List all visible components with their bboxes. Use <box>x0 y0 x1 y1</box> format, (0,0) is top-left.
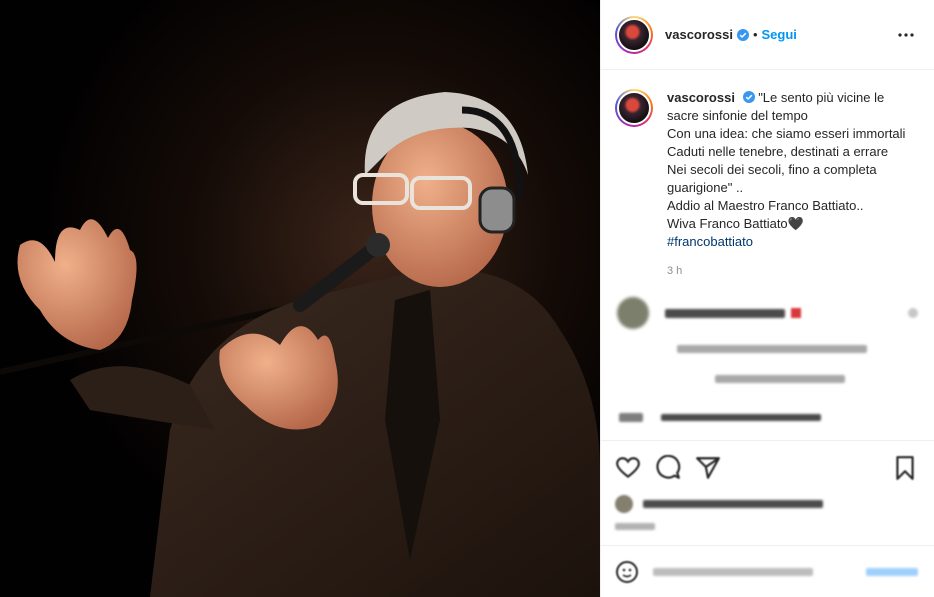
blurred-comment-text <box>665 308 785 318</box>
likes-text <box>643 500 823 508</box>
author-username[interactable]: vascorossi <box>665 27 733 42</box>
hashtag-link[interactable]: #francobattiato <box>667 233 907 251</box>
singer-photo-illustration <box>0 0 600 597</box>
post-photo[interactable] <box>0 0 600 597</box>
comment-like-icon[interactable] <box>908 308 918 318</box>
blurred-comment-meta <box>677 345 918 353</box>
caption-text: vascorossi "Le sento più vicine le sacre… <box>667 89 907 251</box>
blurred-comment-text <box>661 414 821 421</box>
follow-button[interactable]: Segui <box>762 27 797 42</box>
bookmark-icon[interactable] <box>892 455 918 481</box>
caption-line-5: Addio al Maestro Franco Battiato.. <box>667 198 864 213</box>
commenter-avatar[interactable] <box>619 413 643 422</box>
commenter-avatar[interactable] <box>617 297 649 329</box>
headphone-cup <box>478 186 516 234</box>
post-date <box>615 523 655 530</box>
instagram-post: vascorossi • Segui vascorossi "Le sento … <box>0 0 934 597</box>
microphone-head <box>366 233 390 257</box>
caption: vascorossi "Le sento più vicine le sacre… <box>615 89 918 251</box>
share-icon[interactable] <box>695 455 721 481</box>
add-comment-bar <box>601 545 934 597</box>
caption-username[interactable]: vascorossi <box>667 90 735 105</box>
comments-area[interactable]: vascorossi "Le sento più vicine le sacre… <box>601 71 934 439</box>
post-actions <box>601 440 934 530</box>
more-options-icon[interactable] <box>894 23 918 47</box>
verified-badge-icon <box>742 91 755 103</box>
post-header: vascorossi • Segui <box>601 0 934 70</box>
caption-line-2: Con una idea: che siamo esseri immortali <box>667 126 906 141</box>
emoji-icon[interactable] <box>615 560 639 584</box>
caption-avatar[interactable] <box>615 89 653 127</box>
author-avatar[interactable] <box>615 15 653 54</box>
emoji-glyph <box>791 308 801 318</box>
caption-line-4: Nei secoli dei secoli, fino a completa g… <box>667 162 877 195</box>
blurred-comment <box>615 297 918 329</box>
caption-line-3: Caduti nelle tenebre, destinati a errare <box>667 144 889 159</box>
caption-line-6: Wiva Franco Battiato🖤 <box>667 216 804 231</box>
post-sidebar: vascorossi • Segui vascorossi "Le sento … <box>600 0 934 597</box>
publish-button[interactable] <box>866 567 918 576</box>
comment-icon[interactable] <box>655 455 681 481</box>
likes-summary[interactable] <box>615 495 918 513</box>
view-replies[interactable] <box>715 375 918 383</box>
post-timestamp[interactable]: 3 h <box>667 265 918 277</box>
heart-icon[interactable] <box>615 455 641 481</box>
action-icons <box>615 453 918 483</box>
header-separator: • <box>752 27 758 42</box>
verified-badge-icon <box>736 28 749 41</box>
blurred-comment-2 <box>615 413 918 422</box>
liker-avatar <box>615 495 633 513</box>
comment-input[interactable] <box>653 567 813 576</box>
